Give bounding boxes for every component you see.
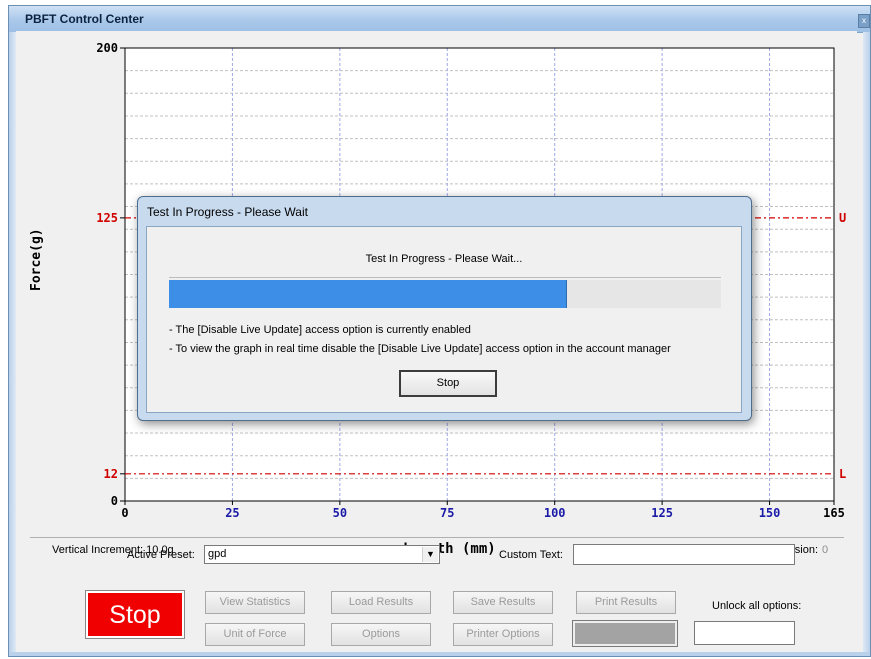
- dialog-title: Test In Progress - Please Wait: [147, 205, 308, 219]
- progress-bar: [169, 280, 721, 308]
- view-statistics-button[interactable]: View Statistics: [205, 591, 305, 614]
- custom-text-label: Custom Text:: [499, 549, 563, 561]
- x-tick-label: 25: [225, 506, 239, 520]
- x-tick-label: 150: [759, 506, 781, 520]
- dialog-note-1: - The [Disable Live Update] access optio…: [169, 324, 471, 336]
- progress-bar-fill: [169, 280, 568, 308]
- unit-of-force-button[interactable]: Unit of Force: [205, 623, 305, 646]
- print-results-button[interactable]: Print Results: [576, 591, 676, 614]
- x-tick-label: 50: [333, 506, 347, 520]
- stop-button[interactable]: Stop: [85, 590, 185, 639]
- title-bar[interactable]: PBFT Control Center x: [9, 6, 870, 33]
- window-right-edge: [863, 32, 870, 656]
- active-preset-value: gpd: [208, 548, 227, 560]
- dialog-message: Test In Progress - Please Wait...: [365, 253, 523, 265]
- y-axis-title: Force(g): [29, 228, 44, 291]
- custom-text-input[interactable]: [573, 544, 795, 565]
- dropdown-arrow-icon[interactable]: ▼: [422, 547, 438, 562]
- dialog-note-2: - To view the graph in real time disable…: [169, 343, 671, 355]
- x-tick-label: 165: [823, 506, 845, 520]
- active-preset-select[interactable]: gpd ▼: [204, 545, 440, 564]
- close-icon[interactable]: x: [858, 14, 870, 28]
- dialog-stop-button[interactable]: Stop: [399, 370, 497, 397]
- printer-options-button[interactable]: Printer Options: [453, 623, 553, 646]
- unlock-options-input[interactable]: [694, 621, 795, 645]
- x-tick-label: 125: [651, 506, 673, 520]
- x-tick-label: 75: [440, 506, 454, 520]
- dialog-divider: [169, 277, 721, 278]
- save-results-button[interactable]: Save Results: [453, 591, 553, 614]
- y-tick-label: 0: [111, 494, 118, 508]
- unlock-options-label: Unlock all options:: [712, 600, 802, 612]
- upper-limit-label: U: [839, 211, 846, 225]
- test-progress-dialog: Test In Progress - Please Wait Test In P…: [137, 196, 752, 421]
- window-title: PBFT Control Center: [25, 12, 144, 26]
- data-version-value: 0: [822, 544, 829, 556]
- window-left-edge: [9, 32, 16, 656]
- active-preset-label: Active Preset:: [127, 549, 195, 561]
- y-tick-label: 200: [96, 41, 118, 55]
- disabled-action-button[interactable]: [572, 620, 678, 647]
- x-tick-label: 0: [121, 506, 128, 520]
- y-tick-label: 12: [104, 467, 118, 481]
- dialog-body: Test In Progress - Please Wait... - The …: [146, 226, 742, 413]
- options-button[interactable]: Options: [331, 623, 431, 646]
- section-divider: [30, 537, 844, 538]
- x-tick-label: 100: [544, 506, 566, 520]
- load-results-button[interactable]: Load Results: [331, 591, 431, 614]
- lower-limit-label: L: [839, 467, 846, 481]
- window-bottom-edge: [9, 652, 870, 656]
- y-tick-label: 125: [96, 211, 118, 225]
